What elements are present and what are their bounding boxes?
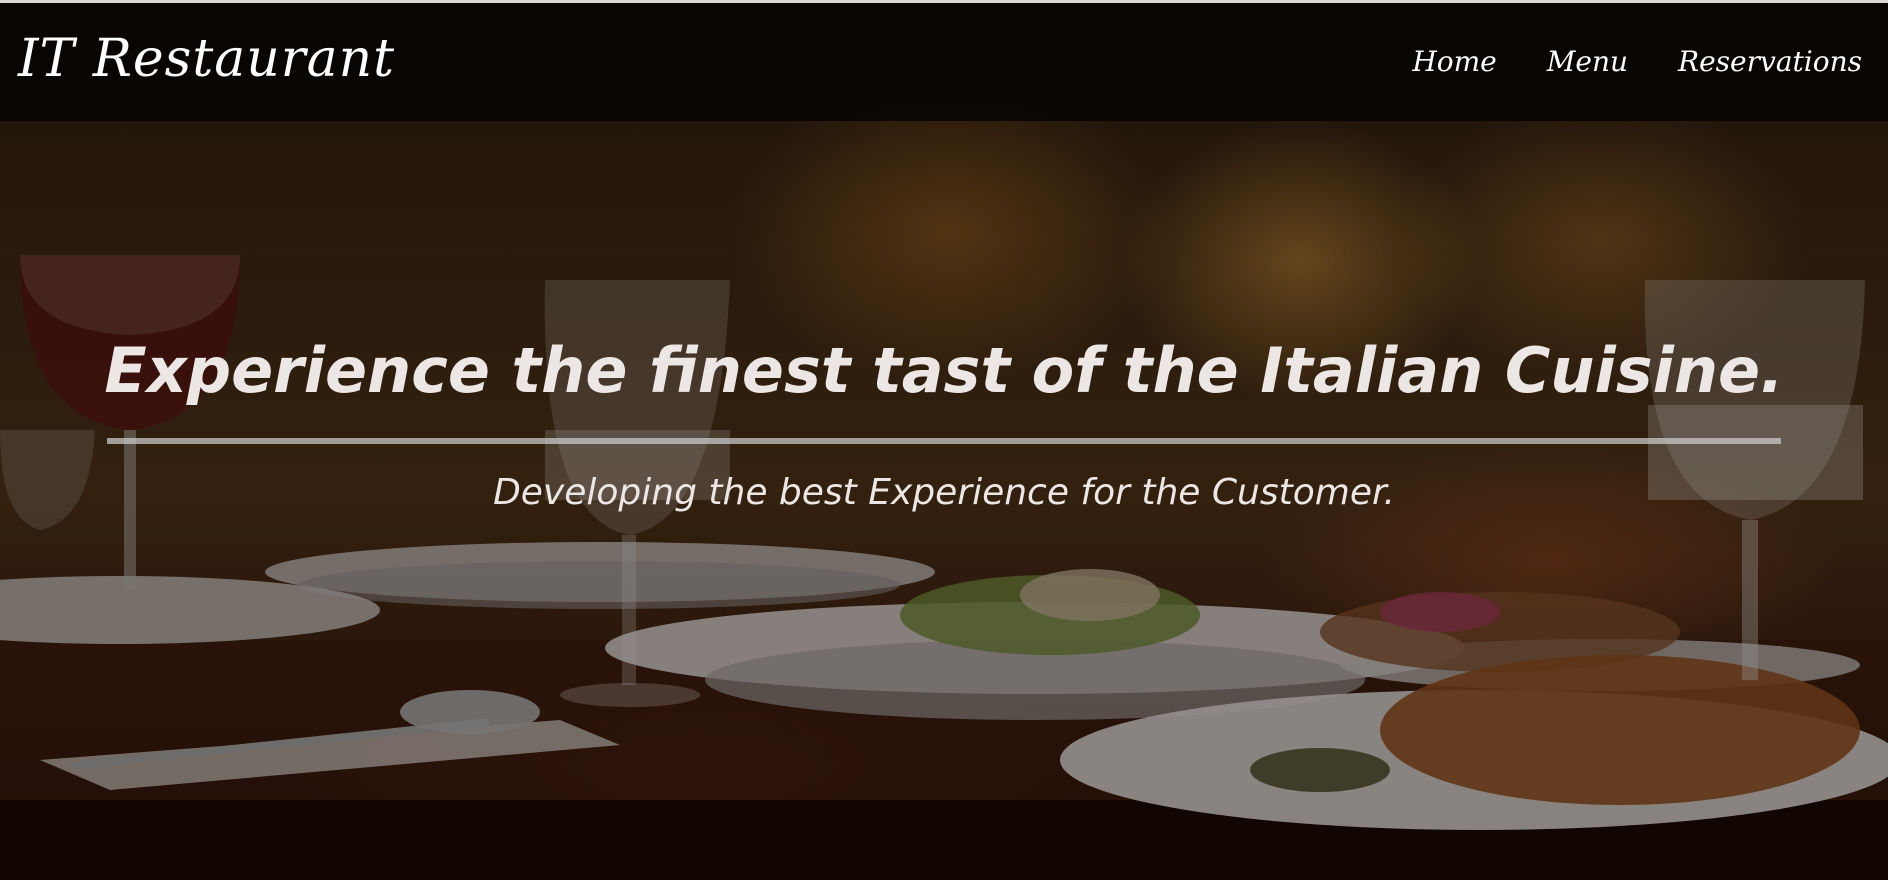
nav-link-reservations[interactable]: Reservations [1678,45,1862,78]
hero-divider [107,438,1781,444]
hero-title: Experience the finest tast of the Italia… [104,334,1784,407]
page: IT Restaurant Home Menu Reservations Exp… [0,0,1888,880]
hero-subtitle: Developing the best Experience for the C… [493,472,1395,513]
nav-link-home[interactable]: Home [1412,45,1496,78]
nav-link-menu[interactable]: Menu [1547,45,1628,78]
nav-links: Home Menu Reservations [1412,45,1862,78]
navbar: IT Restaurant Home Menu Reservations [0,3,1888,121]
brand-logo[interactable]: IT Restaurant [18,29,395,89]
top-border [0,0,1888,3]
